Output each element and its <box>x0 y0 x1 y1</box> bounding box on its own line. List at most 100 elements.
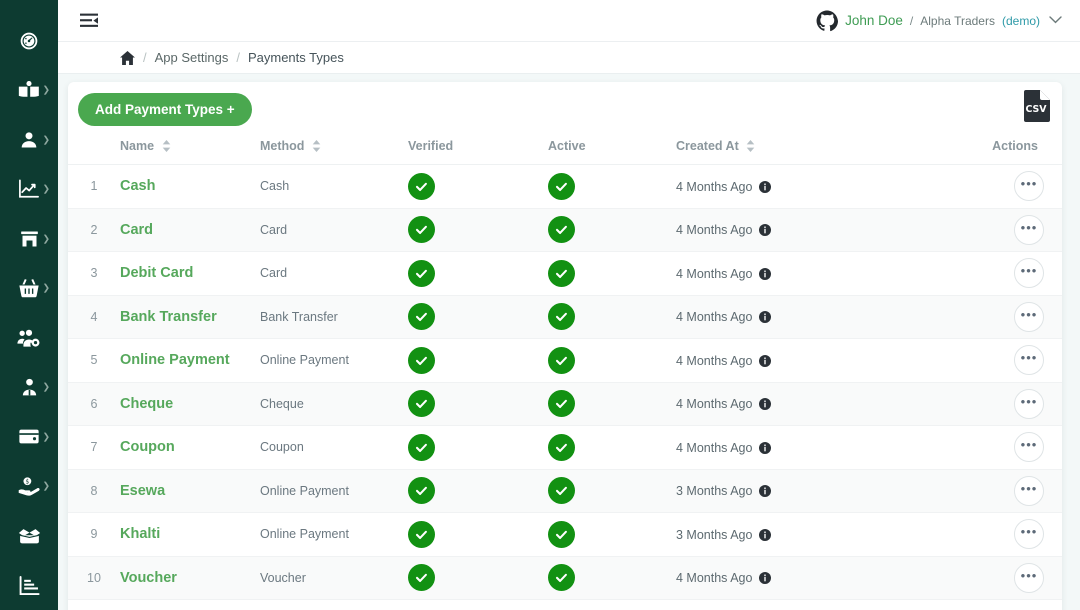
sidebar-item-customer-groups[interactable] <box>0 313 58 363</box>
row-actions-cell: ••• <box>916 208 1062 252</box>
status-check-badge <box>548 172 575 200</box>
row-name-link[interactable]: Cheque <box>120 382 260 426</box>
info-icon[interactable] <box>759 224 772 239</box>
csv-file-icon[interactable]: CSV <box>1024 90 1050 122</box>
table-row[interactable]: 1 Cash Cash 4 Months Ago ••• <box>68 164 1062 209</box>
organization-name: Alpha Traders <box>920 13 995 28</box>
open-box-icon <box>18 527 41 545</box>
column-header-created-at[interactable]: Created At <box>676 138 916 165</box>
info-icon[interactable] <box>759 267 772 283</box>
info-icon[interactable] <box>759 528 772 544</box>
row-name-link[interactable]: Bank Transfer <box>120 295 260 339</box>
row-actions-button[interactable]: ••• <box>1014 432 1044 463</box>
app-root: ❯ ❯ ❯ ❯ ❯ ❯ ❯ $ ❯ John Doe / Alpha Trade… <box>0 0 1080 610</box>
row-active-status <box>548 338 676 383</box>
status-check-badge <box>408 390 435 418</box>
content-area: Add Payment Types + CSV Name Method Veri… <box>58 74 1080 610</box>
shop-icon <box>19 229 40 249</box>
sidebar-item-employees[interactable]: ❯ <box>0 363 58 413</box>
status-check-badge <box>548 259 575 287</box>
sidebar-item-payments[interactable]: $ ❯ <box>0 462 58 512</box>
status-check-badge <box>548 520 575 548</box>
menu-fold-icon[interactable] <box>80 13 98 28</box>
add-payment-types-button[interactable]: Add Payment Types + <box>78 93 252 126</box>
sidebar-item-dashboard[interactable] <box>0 16 58 66</box>
column-header-actions: Actions <box>916 138 1062 165</box>
row-name-link[interactable]: Cash <box>120 164 260 209</box>
sidebar-item-academics[interactable]: ❯ <box>0 66 58 116</box>
row-actions-button[interactable]: ••• <box>1014 171 1044 202</box>
row-name-link[interactable]: Debit Card <box>120 251 260 296</box>
home-icon[interactable] <box>120 50 135 65</box>
row-name-link[interactable]: Coupon <box>120 425 260 470</box>
sort-icon[interactable] <box>312 140 321 155</box>
column-header-name[interactable]: Name <box>120 138 260 165</box>
line-chart-icon <box>18 179 40 199</box>
row-created-at: 4 Months Ago <box>676 556 916 600</box>
row-actions-button[interactable]: ••• <box>1014 519 1044 550</box>
row-name-link[interactable]: Card <box>120 208 260 252</box>
breadcrumb-item-app-settings[interactable]: App Settings <box>155 50 229 65</box>
employee-icon <box>19 377 40 397</box>
sidebar-item-store[interactable]: ❯ <box>0 214 58 264</box>
row-index: 9 <box>68 512 120 557</box>
row-name-link[interactable]: Voucher <box>120 556 260 600</box>
row-actions-button[interactable]: ••• <box>1014 562 1044 593</box>
sidebar-item-sales[interactable]: ❯ <box>0 264 58 314</box>
row-index: 8 <box>68 469 120 513</box>
table-row[interactable]: 6 Cheque Cheque 4 Months Ago ••• <box>68 382 1062 426</box>
row-index: 4 <box>68 295 120 339</box>
row-actions-button[interactable]: ••• <box>1014 388 1044 419</box>
row-actions-button[interactable]: ••• <box>1014 258 1044 289</box>
row-method: Online Payment <box>260 338 408 383</box>
info-icon[interactable] <box>759 485 772 500</box>
sidebar: ❯ ❯ ❯ ❯ ❯ ❯ ❯ $ ❯ <box>0 0 58 610</box>
info-icon[interactable] <box>759 441 772 457</box>
table-header-row: Name Method Verified Active Created At A… <box>68 138 1062 165</box>
speedometer-icon <box>19 31 39 51</box>
table-row[interactable]: 10 Voucher Voucher 4 Months Ago ••• <box>68 556 1062 600</box>
table-row[interactable]: 4 Bank Transfer Bank Transfer 4 Months Ago •… <box>68 295 1062 339</box>
info-icon[interactable] <box>759 180 772 196</box>
row-method: Coupon <box>260 425 408 470</box>
row-method: Card <box>260 208 408 252</box>
table-header: Name Method Verified Active Created At A… <box>68 138 1062 165</box>
table-row[interactable]: 2 Card Card 4 Months Ago ••• <box>68 208 1062 252</box>
info-icon[interactable] <box>759 572 772 587</box>
row-actions-button[interactable]: ••• <box>1014 301 1044 332</box>
sort-icon[interactable] <box>162 140 171 155</box>
sidebar-item-users[interactable]: ❯ <box>0 115 58 165</box>
sort-icon[interactable] <box>746 140 755 155</box>
row-active-status <box>548 382 676 426</box>
sidebar-item-statistics[interactable] <box>0 561 58 610</box>
row-active-status <box>548 208 676 252</box>
table-row[interactable]: 5 Online Payment Online Payment 4 Months Ag… <box>68 338 1062 383</box>
row-name-link[interactable]: Khalti <box>120 512 260 557</box>
sidebar-item-reports[interactable]: ❯ <box>0 165 58 215</box>
status-check-badge <box>408 477 435 505</box>
sidebar-item-inventory[interactable] <box>0 511 58 561</box>
row-created-at: 4 Months Ago <box>676 164 916 209</box>
info-icon[interactable] <box>759 354 772 370</box>
column-label-method: Method <box>260 139 305 153</box>
table-row[interactable]: 9 Khalti Online Payment 3 Months Ago ••• <box>68 512 1062 557</box>
table-row[interactable]: 7 Coupon Coupon 4 Months Ago ••• <box>68 425 1062 470</box>
row-actions-button[interactable]: ••• <box>1014 345 1044 376</box>
column-header-method[interactable]: Method <box>260 138 408 165</box>
chevron-down-icon[interactable] <box>1049 15 1062 27</box>
user-icon <box>19 130 39 150</box>
user-account-menu[interactable]: John Doe / Alpha Traders (demo) <box>816 9 1062 32</box>
row-name-link[interactable]: Online Payment <box>120 338 260 383</box>
row-name-link[interactable]: Esewa <box>120 469 260 513</box>
table-row[interactable]: 8 Esewa Online Payment 3 Months Ago ••• <box>68 469 1062 513</box>
row-method: Card <box>260 251 408 296</box>
top-bar: John Doe / Alpha Traders (demo) <box>58 0 1080 42</box>
table-row[interactable]: 3 Debit Card Card 4 Months Ago ••• <box>68 251 1062 296</box>
sidebar-item-accounts[interactable]: ❯ <box>0 412 58 462</box>
info-icon[interactable] <box>759 398 772 413</box>
status-check-badge <box>408 564 435 592</box>
row-actions-button[interactable]: ••• <box>1014 214 1044 245</box>
environment-badge: (demo) <box>1001 13 1040 28</box>
info-icon[interactable] <box>759 311 772 326</box>
row-actions-button[interactable]: ••• <box>1014 475 1044 506</box>
